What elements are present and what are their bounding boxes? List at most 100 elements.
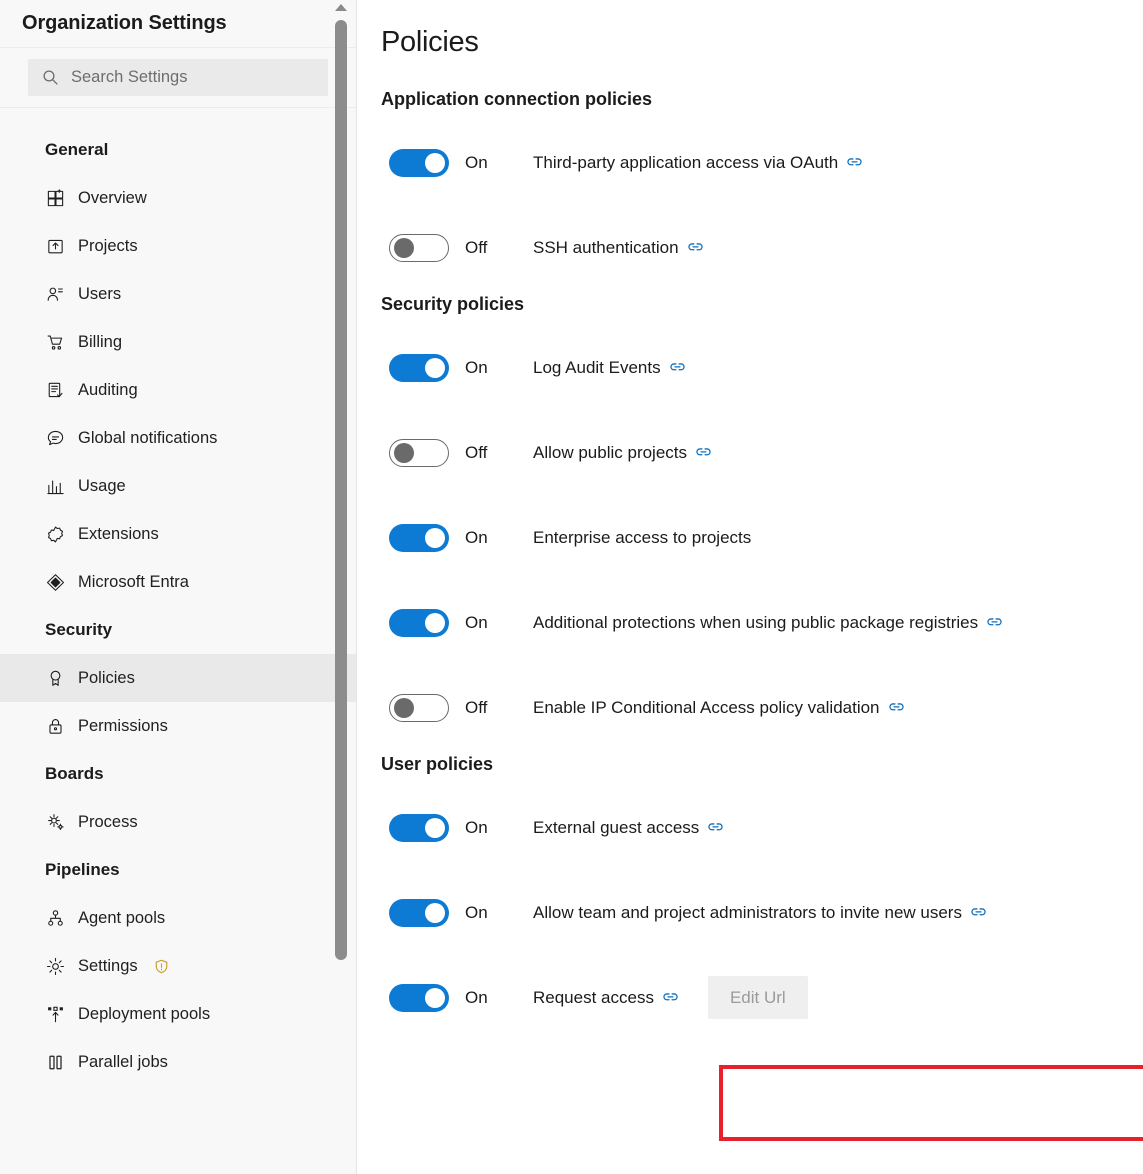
policy-toggle[interactable]: [389, 353, 449, 382]
policy-label: Enterprise access to projects: [533, 527, 752, 547]
sidebar-title: Organization Settings: [0, 0, 356, 48]
link-icon[interactable]: [687, 240, 703, 255]
policy-toggle[interactable]: [389, 148, 449, 177]
policy-label-wrap: Request access Edit Url: [533, 976, 808, 1019]
nav-group-title-general: General: [45, 140, 109, 159]
search-container: Search Settings: [0, 48, 356, 108]
sidebar-item-parallel-jobs[interactable]: Parallel jobs: [0, 1038, 356, 1086]
microsoft-entra-icon: [45, 572, 65, 592]
link-icon[interactable]: [669, 360, 685, 375]
policy-sections: Application connection policies On Third-p…: [381, 89, 1143, 1040]
link-icon[interactable]: [696, 445, 711, 460]
policy-label-wrap: Log Audit Events: [533, 358, 685, 378]
edit-url-button[interactable]: Edit Url: [707, 976, 808, 1019]
auditing-list-icon: [45, 380, 65, 400]
link-icon[interactable]: [663, 990, 678, 1005]
link-icon[interactable]: [888, 700, 904, 715]
page-title: Policies: [381, 26, 479, 58]
nav-group-title-pipelines: Pipelines: [45, 860, 120, 879]
policies-ribbon-icon: [45, 668, 65, 688]
toggle-knob: [425, 987, 445, 1008]
policy-section: Security policies On Log Audit Events Off Al…: [381, 294, 1143, 750]
sidebar-item-auditing[interactable]: Auditing: [0, 366, 356, 414]
link-icon[interactable]: [971, 905, 986, 920]
scroll-up-arrow-icon[interactable]: [334, 0, 348, 16]
policy-label: Allow public projects: [533, 442, 688, 462]
policy-label: Third-party application access via OAuth: [533, 152, 839, 172]
toggle-knob: [425, 612, 445, 633]
toggle-state-label: Off: [465, 237, 488, 257]
warning-shield-icon: [154, 959, 169, 974]
sidebar-scrollbar[interactable]: [334, 0, 348, 1174]
toggle-state-label: On: [465, 817, 488, 837]
toggle-state-label: On: [465, 902, 488, 922]
sidebar-item-settings[interactable]: Settings: [0, 942, 356, 990]
sidebar-item-policies[interactable]: Policies: [0, 654, 356, 702]
policy-toggle[interactable]: [389, 693, 449, 722]
sidebar-item-label: Deployment pools: [78, 1004, 211, 1023]
policy-label-wrap: Enable IP Conditional Access policy vali…: [533, 698, 904, 718]
sidebar-item-label: Usage: [78, 476, 126, 495]
policy-toggle[interactable]: [389, 523, 449, 552]
policy-toggle[interactable]: [389, 608, 449, 637]
link-icon[interactable]: [708, 820, 723, 835]
sidebar-item-label: Extensions: [78, 524, 159, 543]
sidebar-item-label: Users: [78, 284, 122, 303]
projects-icon: [45, 236, 65, 256]
sidebar-item-projects[interactable]: Projects: [0, 222, 356, 270]
permissions-lock-icon: [45, 716, 65, 736]
sidebar-item-label: Settings: [78, 956, 138, 975]
policy-label: External guest access: [533, 817, 700, 837]
sidebar-item-users[interactable]: Users: [0, 270, 356, 318]
link-icon[interactable]: [987, 615, 1002, 630]
policy-row: On External guest access: [381, 785, 1143, 870]
sidebar-item-overview[interactable]: Overview: [0, 174, 356, 222]
nav-group-title-security: Security: [45, 620, 113, 639]
settings-gear-icon: [45, 956, 65, 976]
sidebar-item-agent-pools[interactable]: Agent pools: [0, 894, 356, 942]
sidebar-item-label: Auditing: [78, 380, 138, 399]
toggle-knob: [394, 237, 414, 258]
search-input[interactable]: Search Settings: [28, 59, 328, 96]
sidebar-nav: General Overview Projects Users Billing Audit…: [0, 108, 356, 1086]
policy-label-wrap: Allow public projects: [533, 443, 711, 463]
sidebar-item-deployment-pools[interactable]: Deployment pools: [0, 990, 356, 1038]
sidebar-item-extensions[interactable]: Extensions: [0, 510, 356, 558]
policy-toggle[interactable]: [389, 813, 449, 842]
policy-label-wrap: Third-party application access via OAuth: [533, 153, 862, 173]
sidebar-item-label: Overview: [78, 188, 147, 207]
search-icon: [42, 69, 59, 86]
toggle-state-label: On: [465, 612, 488, 632]
policy-label-wrap: External guest access: [533, 818, 723, 838]
policy-label: Request access: [533, 987, 654, 1007]
scrollbar-thumb[interactable]: [335, 20, 347, 960]
sidebar-item-billing[interactable]: Billing: [0, 318, 356, 366]
policy-toggle[interactable]: [389, 438, 449, 467]
toggle-knob: [425, 902, 445, 923]
sidebar-item-global-notifications[interactable]: Global notifications: [0, 414, 356, 462]
sidebar-item-permissions[interactable]: Permissions: [0, 702, 356, 750]
settings-sidebar: Organization Settings Search Settings Ge…: [0, 0, 357, 1174]
sidebar-item-label: Parallel jobs: [78, 1052, 168, 1071]
toggle-state-label: On: [465, 527, 488, 547]
sidebar-item-usage[interactable]: Usage: [0, 462, 356, 510]
sidebar-item-microsoft-entra[interactable]: Microsoft Entra: [0, 558, 356, 606]
toggle-state-label: On: [465, 987, 488, 1007]
policy-row: Off Enable IP Conditional Access policy v…: [381, 665, 1143, 750]
overview-icon: [45, 188, 65, 208]
search-placeholder: Search Settings: [71, 68, 188, 86]
policy-toggle[interactable]: [389, 983, 449, 1012]
policy-toggle[interactable]: [389, 233, 449, 262]
deployment-pools-icon: [45, 1004, 65, 1024]
link-icon[interactable]: [847, 155, 862, 170]
sidebar-item-process[interactable]: Process: [0, 798, 356, 846]
toggle-knob: [425, 817, 445, 838]
policy-row: Off Allow public projects: [381, 410, 1143, 495]
sidebar-item-label: Policies: [78, 668, 135, 687]
organization-settings-page: Organization Settings Search Settings Ge…: [0, 0, 1143, 1174]
policy-section: User policies On External guest access On Al…: [381, 754, 1143, 1040]
sidebar-item-label: Billing: [78, 332, 123, 351]
policies-main-content: Policies Application connection policies…: [357, 0, 1143, 1174]
agent-pools-icon: [45, 908, 65, 928]
policy-toggle[interactable]: [389, 898, 449, 927]
